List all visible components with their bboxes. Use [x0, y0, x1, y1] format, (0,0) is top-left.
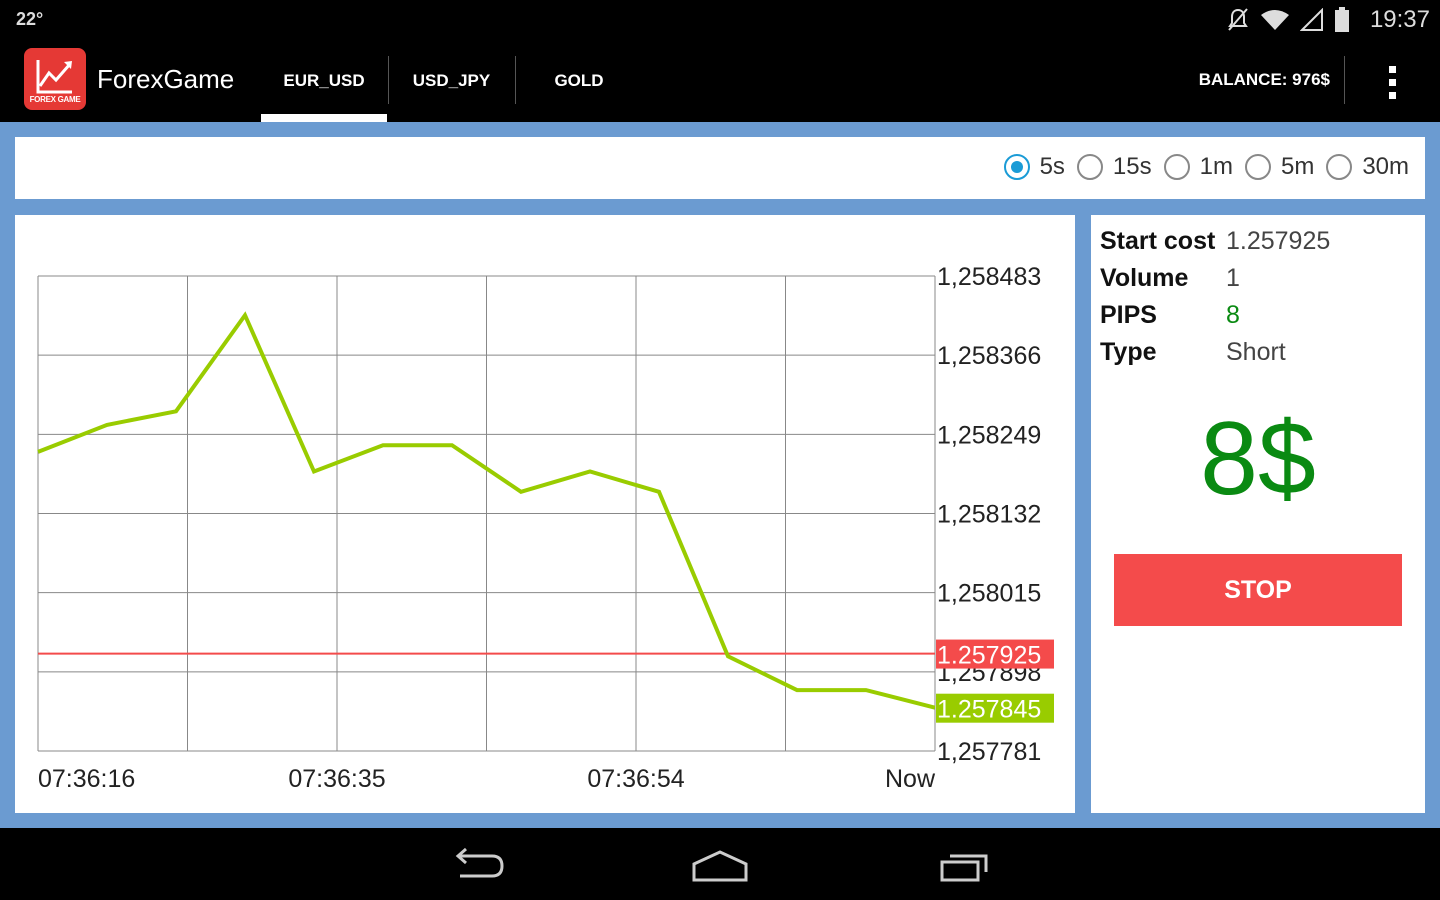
info-key: PIPS [1100, 301, 1157, 329]
radio-button[interactable] [1326, 154, 1353, 180]
muted-notification-icon [1228, 8, 1248, 31]
profit-display: 8$ [1200, 401, 1316, 517]
tab-label: EUR_USD [283, 71, 365, 90]
timeframe-radio-group: 5s 15s 1m 5m 30m [992, 153, 1409, 181]
trade-info-panel: Start cost 1.257925 Volume 1 PIPS 8 Type… [1091, 215, 1425, 813]
tab-usd-jpy[interactable]: USD_JPY [389, 40, 514, 122]
app-logo-text: FOREX GAME [29, 95, 81, 104]
start-cost-tag: 1.257925 [937, 642, 1041, 670]
current-price-tag: 1.257845 [937, 696, 1041, 724]
radio-label: 5s [1039, 153, 1065, 180]
radio-button[interactable] [1076, 154, 1103, 180]
status-time: 19:37 [1369, 6, 1430, 33]
signal-icon [1300, 8, 1323, 31]
balance-label: BALANCE: 976$ [1198, 70, 1330, 89]
volume-value: 1 [1226, 264, 1240, 292]
back-icon [455, 847, 504, 878]
tab-gold[interactable]: GOLD [516, 40, 642, 122]
home-icon [692, 850, 748, 882]
tab-eur-usd[interactable]: EUR_USD [261, 40, 387, 122]
action-bar: FOREX GAME ForexGame EUR_USD USD_JPY GOL… [0, 40, 1440, 122]
stop-button[interactable]: STOP [1114, 554, 1402, 626]
timeframe-bar: 5s 15s 1m 5m 30m [15, 137, 1425, 199]
x-tick-label: 07:36:35 [288, 765, 385, 793]
menu-divider [1344, 56, 1345, 104]
recent-apps-button[interactable] [932, 844, 996, 884]
pips-value: 8 [1226, 301, 1240, 329]
main-area: 5s 15s 1m 5m 30m 1,258483 1,258366 1,25824… [0, 122, 1440, 828]
radio-button[interactable] [1244, 154, 1271, 180]
home-button[interactable] [688, 844, 752, 884]
radio-label: 30m [1362, 153, 1409, 180]
overflow-menu-button[interactable] [1376, 62, 1408, 102]
menu-dot [1388, 65, 1396, 73]
app-title: ForexGame [97, 64, 235, 94]
back-button[interactable] [446, 844, 510, 884]
y-tick-label: 1,258483 [937, 263, 1041, 291]
y-tick-label: 1,258015 [937, 580, 1041, 608]
battery-icon [1335, 7, 1349, 32]
navigation-bar [0, 828, 1440, 900]
tab-label: GOLD [554, 71, 604, 90]
radio-15s[interactable]: 15s [1076, 153, 1152, 181]
info-key: Type [1100, 338, 1157, 366]
price-chart[interactable]: 1,258483 1,258366 1,258249 1,258132 1,258015… [15, 215, 1075, 813]
recent-apps-icon [940, 854, 988, 882]
menu-dot [1388, 78, 1396, 86]
y-tick-label: 1,258249 [937, 421, 1041, 449]
type-value: Short [1226, 338, 1286, 366]
status-icons [1226, 6, 1350, 34]
chart-panel[interactable]: 1,258483 1,258366 1,258249 1,258132 1,258015… [15, 215, 1075, 813]
radio-button[interactable] [1003, 154, 1030, 180]
app-logo: FOREX GAME [24, 48, 86, 110]
x-tick-label: 07:36:54 [587, 765, 684, 793]
stop-label: STOP [1224, 575, 1292, 604]
info-key: Start cost [1100, 227, 1216, 255]
radio-label: 15s [1112, 153, 1152, 180]
radio-5s[interactable]: 5s [1003, 153, 1065, 181]
tab-label: USD_JPY [412, 71, 491, 90]
menu-dot [1388, 91, 1396, 99]
start-cost-value: 1.257925 [1226, 227, 1331, 255]
status-bar: 22° 19:37 [0, 0, 1440, 40]
radio-30m[interactable]: 30m [1326, 153, 1409, 181]
y-tick-label: 1,257781 [937, 738, 1041, 766]
radio-5m[interactable]: 5m [1244, 153, 1315, 181]
info-key: Volume [1100, 264, 1189, 292]
wifi-icon [1261, 10, 1289, 30]
radio-label: 5m [1280, 153, 1315, 180]
radio-button[interactable] [1163, 154, 1190, 180]
status-temperature: 22° [16, 9, 44, 29]
y-tick-label: 1,258132 [937, 501, 1041, 529]
x-tick-label: 07:36:16 [38, 765, 135, 793]
x-tick-label: Now [885, 765, 936, 793]
y-tick-label: 1,258366 [937, 342, 1041, 370]
radio-1m[interactable]: 1m [1163, 153, 1233, 181]
radio-label: 1m [1199, 153, 1233, 180]
